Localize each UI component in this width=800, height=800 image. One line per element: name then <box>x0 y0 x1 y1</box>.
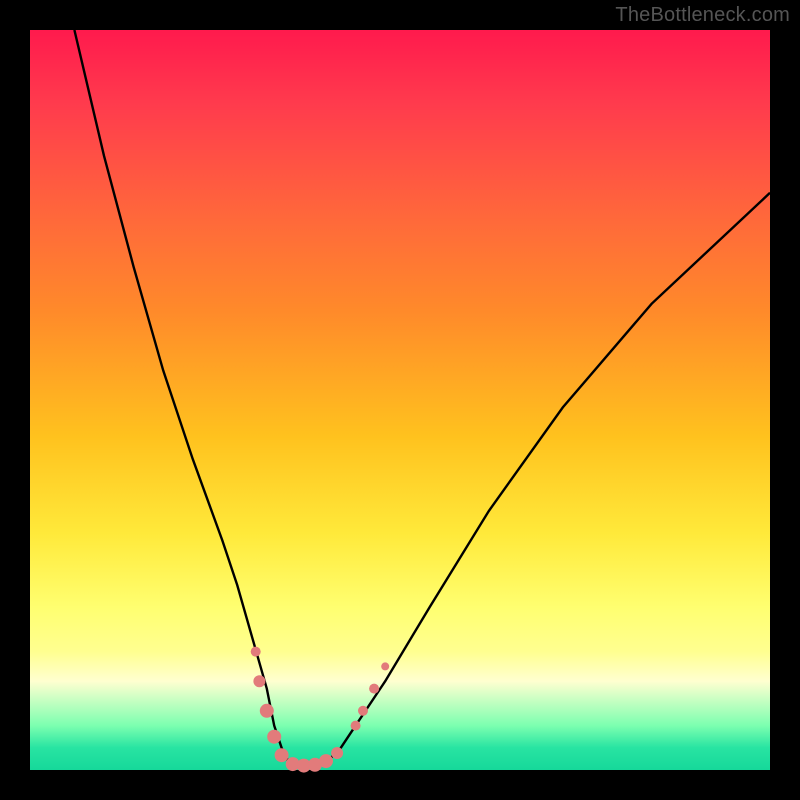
curve-marker <box>381 662 389 670</box>
curve-marker <box>267 730 281 744</box>
curve-svg <box>30 30 770 770</box>
curve-marker <box>253 675 265 687</box>
plot-area <box>30 30 770 770</box>
marker-group <box>251 647 390 773</box>
curve-marker <box>275 748 289 762</box>
curve-marker <box>331 747 343 759</box>
curve-marker <box>351 721 361 731</box>
curve-marker <box>260 704 274 718</box>
curve-marker <box>319 754 333 768</box>
curve-marker <box>369 684 379 694</box>
curve-marker <box>251 647 261 657</box>
attribution-label: TheBottleneck.com <box>615 4 790 27</box>
curve-marker <box>358 706 368 716</box>
bottleneck-curve <box>74 30 770 766</box>
chart-frame: TheBottleneck.com <box>0 0 800 800</box>
